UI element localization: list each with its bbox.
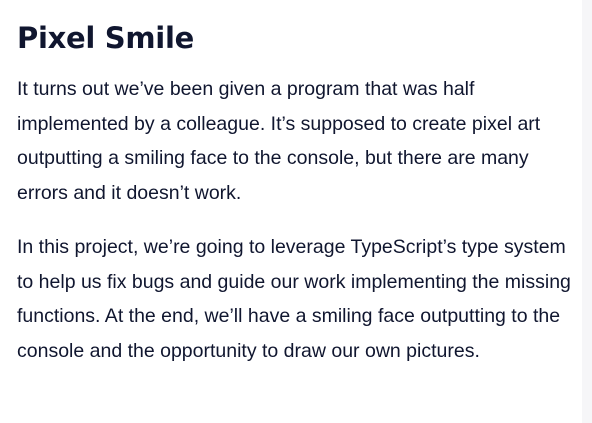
page-title: Pixel Smile — [17, 21, 194, 55]
scrollbar-track[interactable] — [582, 0, 592, 423]
project-description-paragraph: In this project, we’re going to leverage… — [17, 236, 571, 362]
article-content: Pixel Smile It turns out we’ve been give… — [17, 0, 577, 368]
intro-paragraph: It turns out we’ve been given a program … — [17, 78, 541, 204]
